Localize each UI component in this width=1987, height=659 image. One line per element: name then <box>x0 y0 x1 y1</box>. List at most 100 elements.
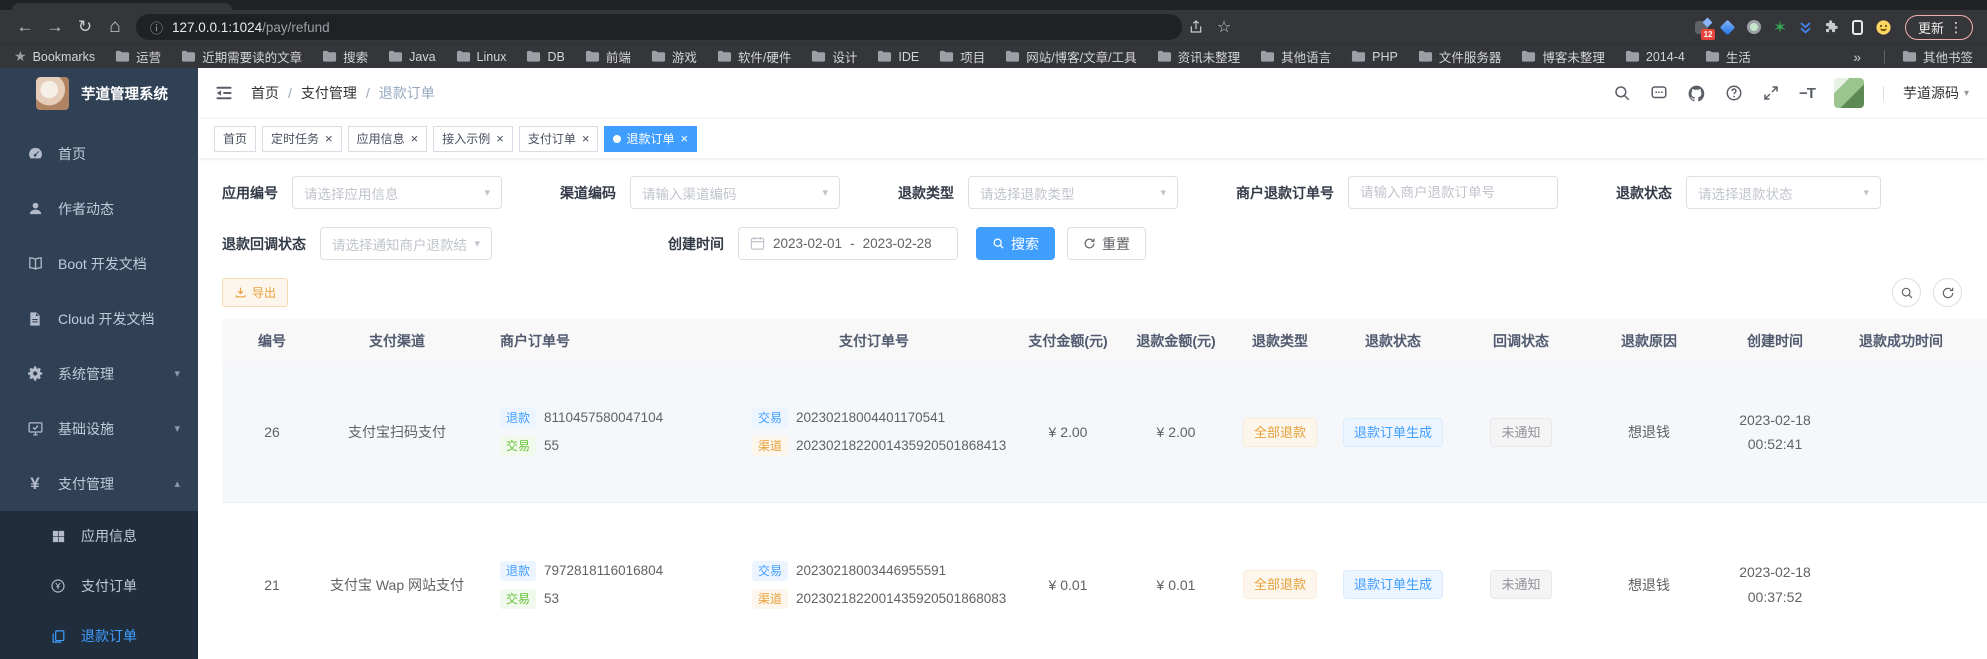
message-icon[interactable] <box>1650 84 1668 102</box>
bookmark-folder[interactable]: 文件服务器 <box>1418 47 1502 66</box>
bookmarks-root[interactable]: ★ Bookmarks <box>14 48 95 65</box>
bookmark-folder[interactable]: 资讯未整理 <box>1157 47 1241 66</box>
close-icon[interactable]: × <box>680 132 688 145</box>
extension-kite-icon[interactable] <box>1715 13 1741 41</box>
bookmark-folder[interactable]: 搜索 <box>322 47 368 66</box>
hide-search-button[interactable] <box>1892 278 1921 307</box>
bookmark-folder[interactable]: 前端 <box>585 47 631 66</box>
browser-tab[interactable] <box>12 3 232 10</box>
profile-avatar-icon[interactable] <box>1871 13 1897 41</box>
bookmark-label: 博客未整理 <box>1542 47 1605 66</box>
bookmark-folder[interactable]: 近期需要读的文章 <box>181 47 302 66</box>
update-button[interactable]: 更新 ⋮ <box>1905 15 1973 40</box>
bookmark-folder[interactable]: 网站/博客/文章/工具 <box>1005 47 1136 66</box>
help-icon[interactable] <box>1725 84 1743 102</box>
bookmark-folder[interactable]: PHP <box>1351 49 1398 64</box>
tab-home[interactable]: 首页 <box>214 126 256 152</box>
merchant-refund-no-input[interactable] <box>1348 176 1558 209</box>
extension-star-icon[interactable]: ✶ <box>1767 13 1793 41</box>
breadcrumb-home[interactable]: 首页 <box>251 83 279 103</box>
sidebar-item-boot-docs[interactable]: Boot 开发文档 <box>0 236 198 291</box>
sidebar-item-infrastructure[interactable]: 基础设施 ▾ <box>0 401 198 456</box>
tab-integration-demo[interactable]: 接入示例 × <box>433 126 513 152</box>
refund-type-select[interactable]: 请选择退款类型 ▾ <box>968 176 1178 209</box>
sidebar-item-system-management[interactable]: 系统管理 ▾ <box>0 346 198 401</box>
tab-app-info[interactable]: 应用信息 × <box>348 126 428 152</box>
breadcrumb-payment[interactable]: 支付管理 <box>301 83 357 103</box>
filter-label: 渠道编码 <box>560 183 616 203</box>
export-button[interactable]: 导出 <box>222 278 288 307</box>
user-menu[interactable]: 芋道源码 ▾ <box>1903 83 1969 103</box>
bookmark-folder[interactable]: Linux <box>456 49 507 64</box>
reload-button[interactable]: ↻ <box>70 13 100 41</box>
app-select[interactable]: 请选择应用信息 ▾ <box>292 176 502 209</box>
bookmark-folder[interactable]: 其他语言 <box>1260 47 1331 66</box>
channel-code-select[interactable]: 请输入渠道编码 ▾ <box>630 176 840 209</box>
back-button[interactable]: ← <box>10 13 40 41</box>
bookmark-folder[interactable]: 设计 <box>811 47 857 66</box>
refresh-table-button[interactable] <box>1933 278 1962 307</box>
app-logo[interactable]: 芋道管理系统 <box>0 68 198 118</box>
notify-status-select[interactable]: 请选择通知商户退款结果 ▾ <box>320 227 492 260</box>
date-range-picker[interactable]: 2023-02-01 - 2023-02-28 <box>738 227 958 260</box>
github-icon[interactable] <box>1687 84 1706 103</box>
bookmarks-overflow-icon[interactable]: » <box>1853 49 1861 65</box>
bookmark-folder[interactable]: Java <box>388 49 435 64</box>
fullscreen-icon[interactable] <box>1762 84 1780 102</box>
bookmark-folder[interactable]: DB <box>526 49 564 64</box>
extension-window-icon[interactable] <box>1845 13 1871 41</box>
search-icon[interactable] <box>1613 84 1631 102</box>
tab-refund-order[interactable]: 退款订单 × <box>604 126 697 152</box>
extension-ring-icon[interactable] <box>1741 13 1767 41</box>
site-info-icon[interactable]: ⓘ <box>150 18 163 37</box>
share-icon[interactable] <box>1182 13 1210 41</box>
bookmark-folder[interactable]: 游戏 <box>651 47 697 66</box>
sidebar-collapse-icon[interactable] <box>214 83 234 103</box>
extensions-puzzle-icon[interactable] <box>1819 13 1845 41</box>
bookmark-folder[interactable]: 博客未整理 <box>1521 47 1605 66</box>
bookmark-folder[interactable]: 项目 <box>939 47 985 66</box>
sidebar-item-payment-management[interactable]: ¥ 支付管理 ▴ <box>0 456 198 511</box>
tab-pay-order[interactable]: 支付订单 × <box>519 126 599 152</box>
bookmark-label: 网站/博客/文章/工具 <box>1026 47 1136 66</box>
trade-badge: 交易 <box>752 408 788 428</box>
app-title: 芋道管理系统 <box>81 83 168 104</box>
other-bookmarks[interactable]: 其他书签 <box>1902 47 1973 66</box>
close-icon[interactable]: × <box>496 132 504 145</box>
forward-button[interactable]: → <box>40 13 70 41</box>
home-button[interactable]: ⌂ <box>100 13 130 41</box>
bookmark-star-icon[interactable]: ☆ <box>1210 13 1238 41</box>
user-avatar[interactable] <box>1834 78 1864 108</box>
sidebar-subitem-refund-order[interactable]: 退款订单 <box>0 611 198 659</box>
sidebar-subitem-app-info[interactable]: 应用信息 <box>0 511 198 561</box>
cell-success-time <box>1838 502 1964 659</box>
bookmark-folder[interactable]: 生活 <box>1705 47 1751 66</box>
sidebar-item-author-news[interactable]: 作者动态 <box>0 181 198 236</box>
tab-scheduled-tasks[interactable]: 定时任务 × <box>262 126 342 152</box>
font-size-icon[interactable]: −T <box>1799 85 1815 102</box>
extension-grid-icon[interactable]: 12 <box>1689 13 1715 41</box>
col-pay-order-no: 支付订单号 <box>734 319 1014 363</box>
sidebar-item-home[interactable]: 首页 <box>0 126 198 181</box>
col-actions: 操作 <box>1964 319 1987 363</box>
sidebar-item-label: Boot 开发文档 <box>58 254 147 274</box>
bookmark-folder[interactable]: 软件/硬件 <box>717 47 791 66</box>
close-icon[interactable]: × <box>411 132 419 145</box>
browser-menu-icon[interactable]: ⋮ <box>1944 19 1968 36</box>
bookmark-folder[interactable]: 运营 <box>115 47 161 66</box>
bookmark-folder[interactable]: IDE <box>877 49 919 64</box>
close-icon[interactable]: × <box>582 132 590 145</box>
select-placeholder: 请选择退款状态 <box>1698 183 1793 203</box>
refund-status-select[interactable]: 请选择退款状态 ▾ <box>1686 176 1881 209</box>
sidebar-item-cloud-docs[interactable]: Cloud 开发文档 <box>0 291 198 346</box>
search-button[interactable]: 搜索 <box>976 227 1055 260</box>
extension-chevrons-icon[interactable] <box>1793 13 1819 41</box>
reset-button[interactable]: 重置 <box>1067 227 1146 260</box>
address-bar[interactable]: ⓘ 127.0.0.1:1024/pay/refund <box>136 14 1182 40</box>
filter-label: 退款状态 <box>1616 183 1672 203</box>
search-label: 搜索 <box>1011 234 1039 254</box>
bookmark-folder[interactable]: 2014-4 <box>1625 49 1685 64</box>
close-icon[interactable]: × <box>325 132 333 145</box>
sidebar-subitem-pay-order[interactable]: 支付订单 <box>0 561 198 611</box>
chevron-down-icon: ▾ <box>174 422 180 435</box>
